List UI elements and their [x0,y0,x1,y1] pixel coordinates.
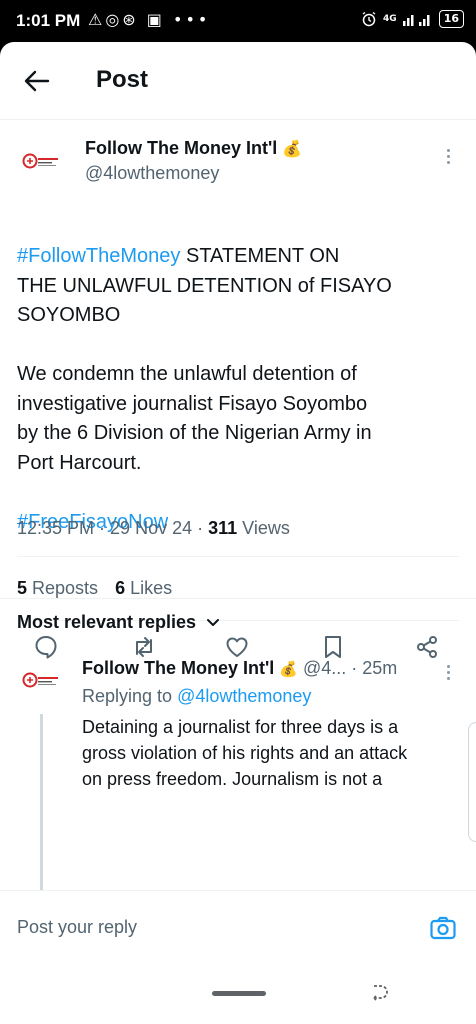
reply-handle-time: @4... · 25m [297,658,398,678]
system-nav-bar [0,982,476,1024]
thread-line [40,714,43,894]
system-icons: 4G 16 [361,10,464,28]
timestamp: 12:35 PM · 29 Nov 24 · [17,518,209,538]
reply-text: Detaining a journalist for three days is… [82,717,408,789]
replies-sort-label: Most relevant replies [17,612,197,632]
author-name[interactable]: Follow The Money Int'l 💰 [85,138,302,159]
money-bag-icon: 💰 [282,141,303,158]
reply-input[interactable]: Post your reply [17,917,137,938]
hashtag-link[interactable]: #FollowTheMoney [17,245,180,267]
views-label: Views [237,518,290,538]
views-count[interactable]: 311 [208,518,237,538]
battery-icon: 16 [438,10,464,28]
divider [17,556,459,557]
avatar[interactable] [18,660,64,706]
network-type: 4G [383,14,397,24]
signal-icon [402,15,430,26]
author-name-text: Follow The Money Int'l [85,138,278,158]
post-text: #FollowTheMoney STATEMENT ON THE UNLAWFU… [17,245,392,533]
rotate-icon[interactable] [368,982,390,1004]
more-options-button[interactable] [438,662,458,682]
money-bag-icon: 💰 [279,661,298,678]
replies-sort-dropdown[interactable]: Most relevant replies [17,612,220,633]
mention-link[interactable]: @4lowthemoney [177,686,311,706]
scrollbar[interactable] [468,722,476,842]
status-bar: 1:01 PM ⚠◎⊛ ▣ ••• 4G 16 [0,0,476,42]
home-gesture-bar[interactable] [212,991,266,996]
replying-to: Replying to @4lowthemoney [82,686,312,706]
post-meta: 12:35 PM · 29 Nov 24 · 311 Views [17,518,290,539]
logo-icon [22,153,58,169]
reply-composer: Post your reply [0,890,476,966]
reposts-stat[interactable]: 5 Reposts [17,578,98,598]
notification-icons: ⚠◎⊛ ▣ ••• [88,10,211,29]
back-button[interactable] [20,64,54,98]
reply-author[interactable]: Follow The Money Int'l 💰 @4... · 25m [82,658,397,679]
author-handle[interactable]: @4lowthemoney [85,163,219,184]
alarm-icon [362,11,376,27]
chevron-down-icon [207,618,220,626]
camera-button[interactable] [428,913,458,943]
logo-icon [22,672,58,688]
section-divider [0,598,476,599]
top-header: Post [0,42,476,120]
more-options-button[interactable] [438,146,458,166]
likes-stat[interactable]: 6 Likes [115,578,172,598]
app-screen: Post Follow The Money Int'l 💰 @4lowthemo… [0,42,476,982]
post-stats: 5 Reposts 6 Likes [17,578,184,599]
arrow-left-icon [24,70,50,92]
status-time: 1:01 PM [16,11,81,30]
avatar[interactable] [18,138,64,184]
reply-item[interactable]: Follow The Money Int'l 💰 @4... · 25m Rep… [0,656,476,894]
page-title: Post [96,66,149,93]
camera-icon [430,916,456,940]
